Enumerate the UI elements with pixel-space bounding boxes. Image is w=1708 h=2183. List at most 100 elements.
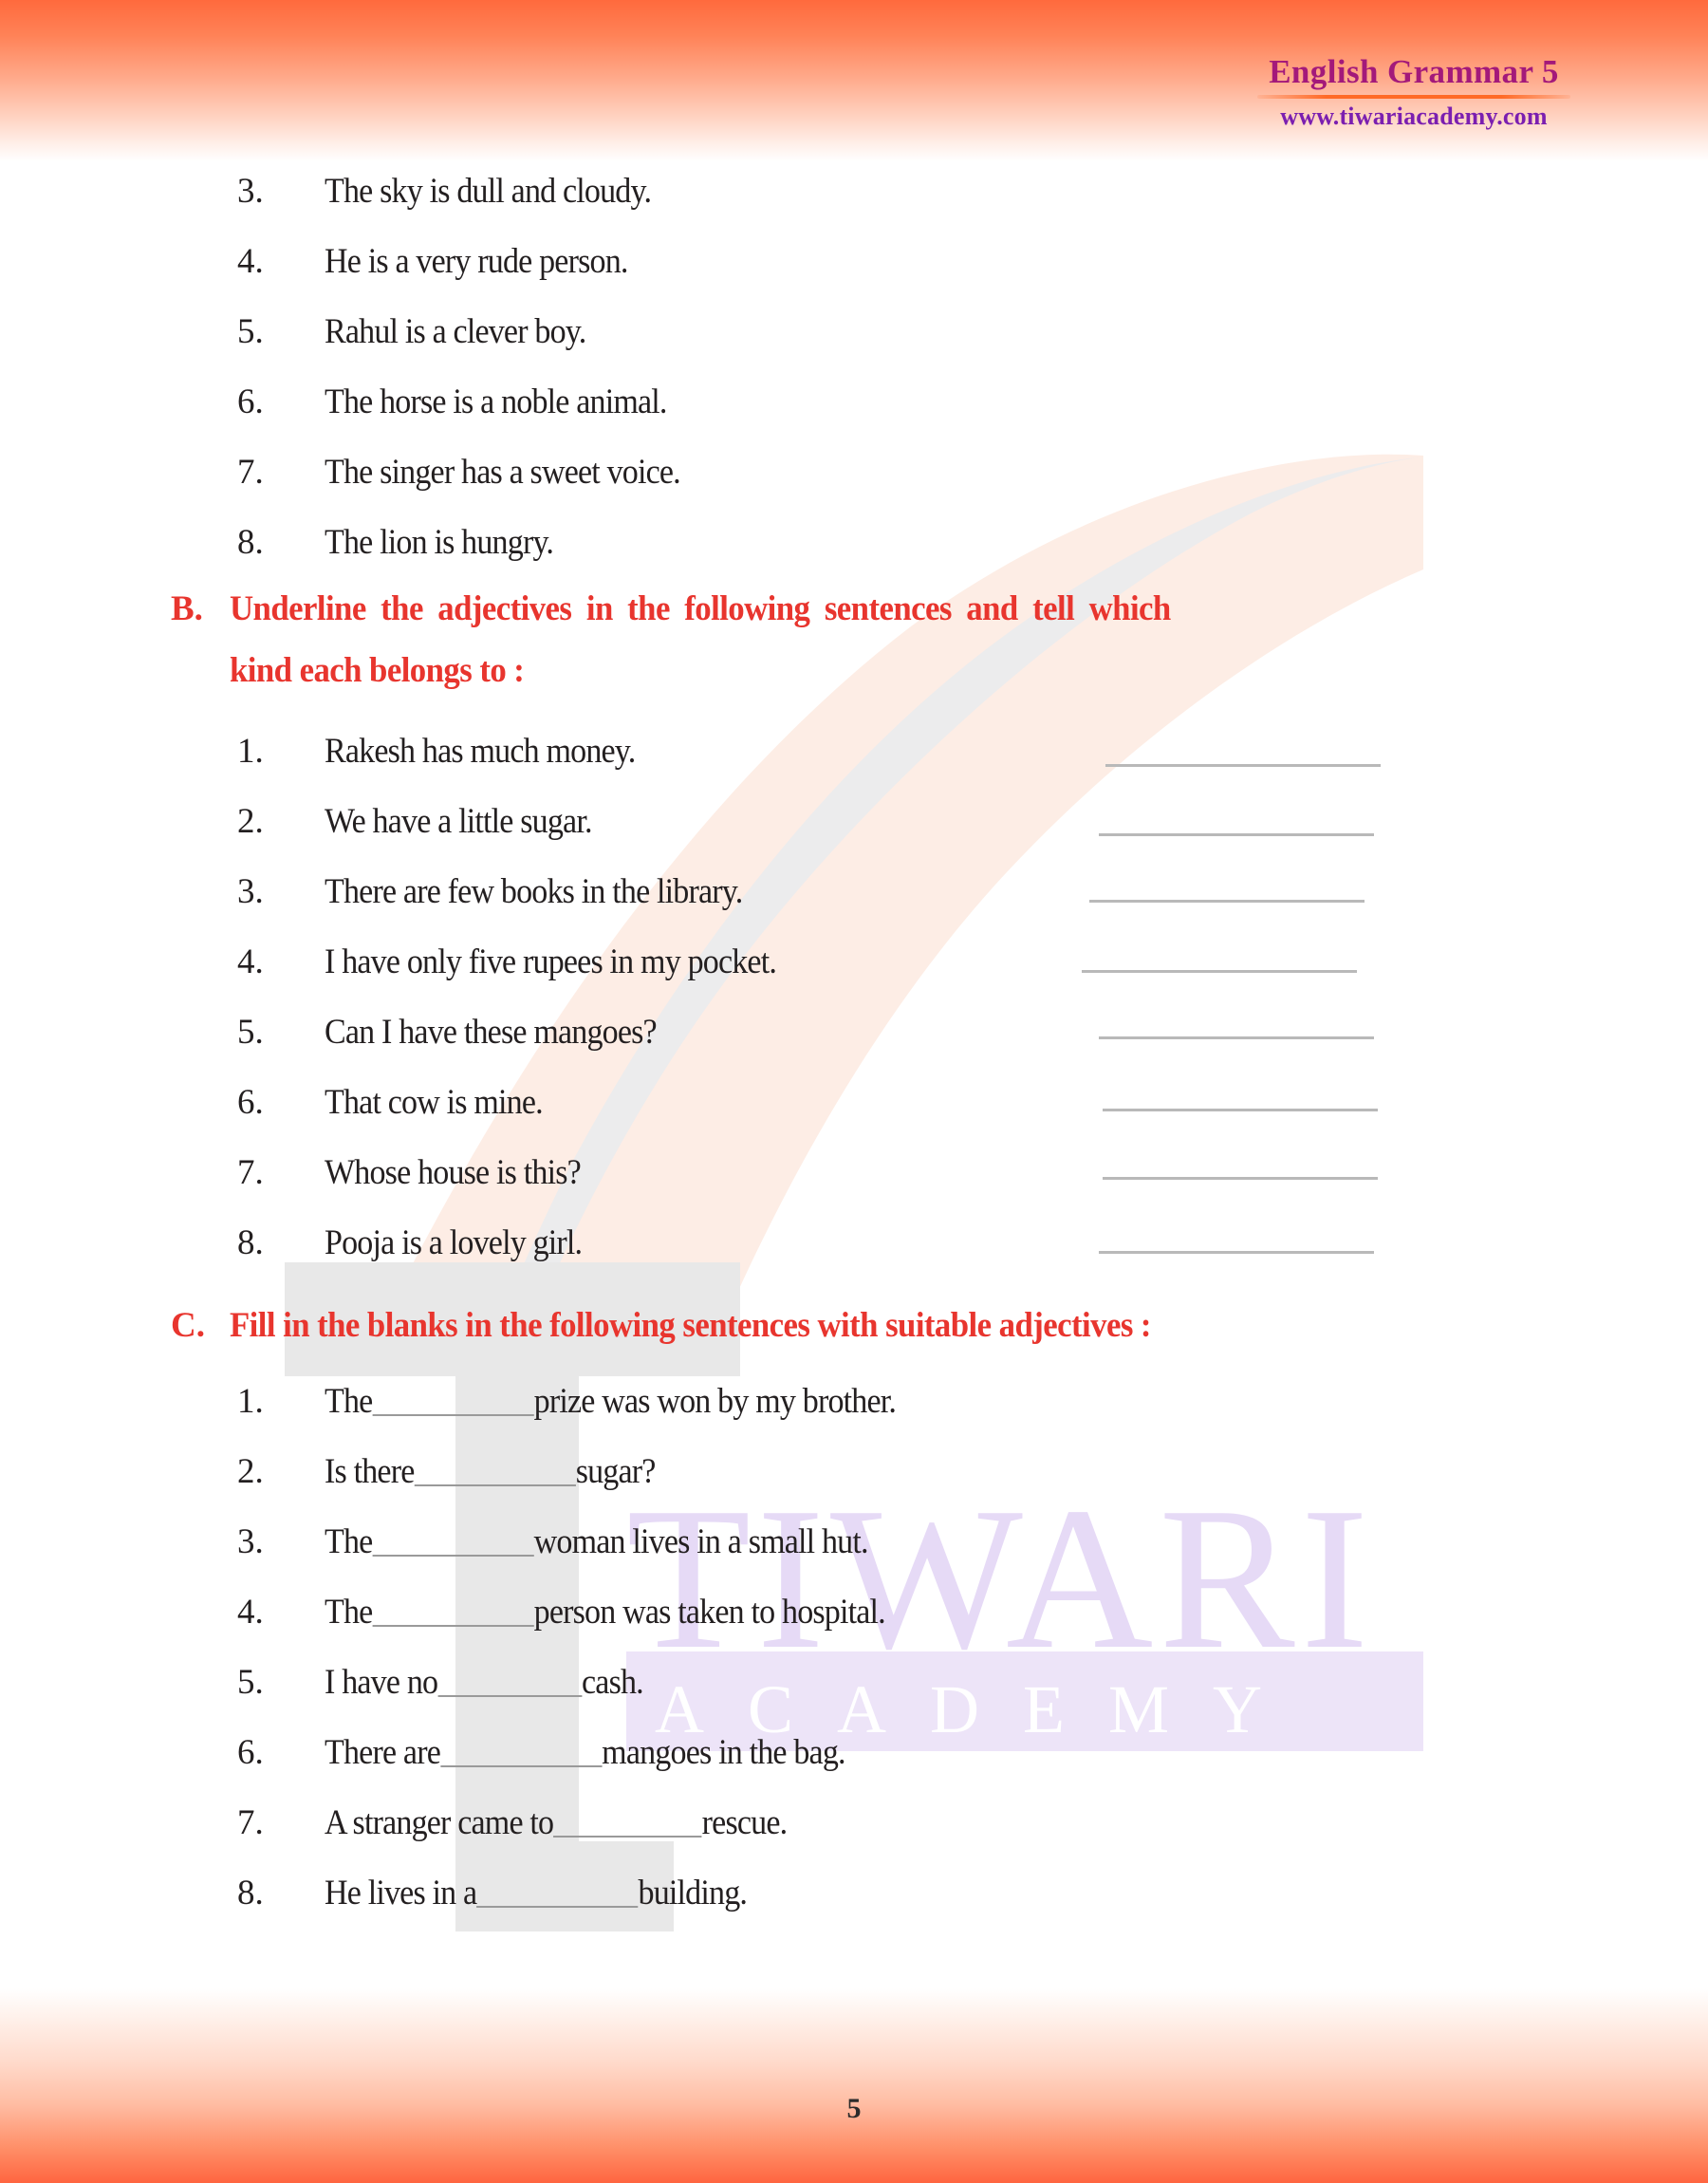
item-text: Whose house is this?	[325, 1153, 582, 1192]
answer-line[interactable]	[1103, 1177, 1378, 1180]
item-number: 5.	[237, 1013, 264, 1052]
list-item: 5. Rahul is a clever boy.	[237, 311, 608, 352]
text-after-blank: mangoes in the bag.	[602, 1733, 845, 1772]
list-item: 4. He is a very rude person.	[237, 241, 654, 282]
section-title: Fill in the blanks in the following sent…	[230, 1306, 1152, 1345]
section-b-heading: B. Underline the adjectives in the follo…	[171, 588, 1231, 630]
section-letter: C.	[171, 1306, 205, 1345]
fill-in-blank[interactable]	[476, 1906, 639, 1908]
answer-line[interactable]	[1105, 764, 1381, 767]
answer-line[interactable]	[1103, 1109, 1378, 1111]
list-item: 1. Rakesh has much money.	[237, 731, 662, 772]
list-item: 6. That cow is mine.	[237, 1082, 562, 1123]
text-after-blank: person was taken to hospital.	[533, 1593, 886, 1632]
item-number: 7.	[237, 453, 264, 492]
item-text: We have a little sugar.	[325, 802, 592, 841]
list-item: 1. The prize was won by my brother.	[237, 1381, 945, 1422]
fill-in-blank[interactable]	[439, 1765, 603, 1767]
text-before-blank: There are	[325, 1733, 441, 1772]
list-item: 3. The woman lives in a small hut.	[237, 1521, 915, 1562]
item-text: Rahul is a clever boy.	[325, 312, 586, 351]
item-text: Can I have these mangoes?	[325, 1013, 658, 1052]
watermark-tiwari: TIWARI	[626, 1465, 1374, 1691]
text-after-blank: woman lives in a small hut.	[533, 1522, 869, 1561]
item-number: 7.	[237, 1803, 264, 1842]
text-before-blank: The	[325, 1593, 373, 1632]
item-text: The prize was won by my brother.	[325, 1381, 897, 1422]
section-title-line-1: Underline the adjectives in the followin…	[230, 589, 1171, 628]
item-number: 4.	[237, 242, 264, 281]
section-c-heading: C. Fill in the blanks in the following s…	[171, 1305, 1210, 1347]
item-number: 1.	[237, 1382, 264, 1421]
item-text: The person was taken to hospital.	[325, 1592, 886, 1633]
list-item: 2. We have a little sugar.	[237, 801, 615, 842]
text-before-blank: The	[325, 1522, 373, 1561]
list-item: 3. There are few books in the library.	[237, 871, 779, 912]
answer-line[interactable]	[1099, 1036, 1374, 1039]
fill-in-blank[interactable]	[553, 1836, 702, 1838]
text-after-blank: rescue.	[701, 1803, 788, 1842]
text-before-blank: The	[325, 1382, 373, 1421]
text-after-blank: building.	[638, 1874, 748, 1912]
item-text: The horse is a noble animal.	[325, 382, 667, 421]
list-item: 8. He lives in a building.	[237, 1873, 784, 1913]
list-item: 4. The person was taken to hospital.	[237, 1592, 934, 1633]
text-after-blank: cash.	[582, 1663, 644, 1702]
item-text: A stranger came to rescue.	[325, 1802, 788, 1843]
answer-line[interactable]	[1089, 900, 1365, 903]
text-before-blank: I have no	[325, 1663, 438, 1702]
book-title: English Grammar 5	[1269, 53, 1559, 90]
fill-in-blank[interactable]	[437, 1695, 583, 1697]
list-item: 3. The sky is dull and cloudy.	[237, 171, 679, 212]
fill-in-blank[interactable]	[414, 1484, 576, 1486]
list-item: 8. Pooja is a lovely girl.	[237, 1222, 604, 1263]
section-title-line-2: kind each belongs to :	[230, 651, 525, 690]
item-number: 5.	[237, 1663, 264, 1702]
text-before-blank: Is there	[325, 1452, 415, 1491]
item-text: There are few books in the library.	[325, 872, 743, 911]
item-number: 2.	[237, 1452, 264, 1491]
list-item: 7. The singer has a sweet voice.	[237, 452, 711, 493]
website-url: www.tiwariacademy.com	[1280, 102, 1548, 130]
list-item: 7. Whose house is this?	[237, 1152, 603, 1193]
text-before-blank: A stranger came to	[325, 1803, 554, 1842]
item-number: 4.	[237, 1593, 264, 1632]
list-item: 8. The lion is hungry.	[237, 522, 573, 563]
section-letter: B.	[171, 589, 203, 628]
list-item: 6. The horse is a noble animal.	[237, 382, 696, 422]
item-number: 1.	[237, 732, 264, 771]
item-text: The singer has a sweet voice.	[325, 453, 681, 492]
item-text: That cow is mine.	[325, 1083, 544, 1122]
answer-line[interactable]	[1099, 1251, 1374, 1254]
answer-line[interactable]	[1099, 833, 1374, 836]
worksheet-page: TIWARI ACADEMY English Grammar 5 www.tiw…	[0, 0, 1708, 2183]
fill-in-blank[interactable]	[372, 1555, 534, 1557]
answer-line[interactable]	[1082, 970, 1357, 973]
text-before-blank: He lives in a	[325, 1874, 477, 1912]
item-number: 3.	[237, 872, 264, 911]
item-text: The woman lives in a small hut.	[325, 1521, 869, 1562]
text-after-blank: sugar?	[575, 1452, 657, 1491]
item-number: 6.	[237, 382, 264, 421]
item-number: 5.	[237, 312, 264, 351]
item-text: I have no cash.	[325, 1662, 644, 1703]
page-number: 5	[846, 2093, 862, 2124]
fill-in-blank[interactable]	[372, 1414, 534, 1416]
item-number: 7.	[237, 1153, 264, 1192]
item-text: Pooja is a lovely girl.	[325, 1223, 583, 1262]
item-number: 6.	[237, 1083, 264, 1122]
page-header: English Grammar 5 www.tiwariacademy.com	[1215, 53, 1613, 131]
item-number: 3.	[237, 1522, 264, 1561]
item-text: He is a very rude person.	[325, 242, 628, 281]
item-number: 2.	[237, 802, 264, 841]
item-number: 8.	[237, 523, 264, 562]
item-number: 8.	[237, 1874, 264, 1912]
list-item: 6. There are mangoes in the bag.	[237, 1732, 890, 1773]
item-text: He lives in a building.	[325, 1873, 748, 1913]
fill-in-blank[interactable]	[372, 1625, 534, 1627]
list-item: 5. I have no cash.	[237, 1662, 671, 1703]
text-after-blank: prize was won by my brother.	[533, 1382, 897, 1421]
item-text: Rakesh has much money.	[325, 732, 636, 771]
item-text: Is there sugar?	[325, 1451, 656, 1492]
item-text: There are mangoes in the bag.	[325, 1732, 846, 1773]
